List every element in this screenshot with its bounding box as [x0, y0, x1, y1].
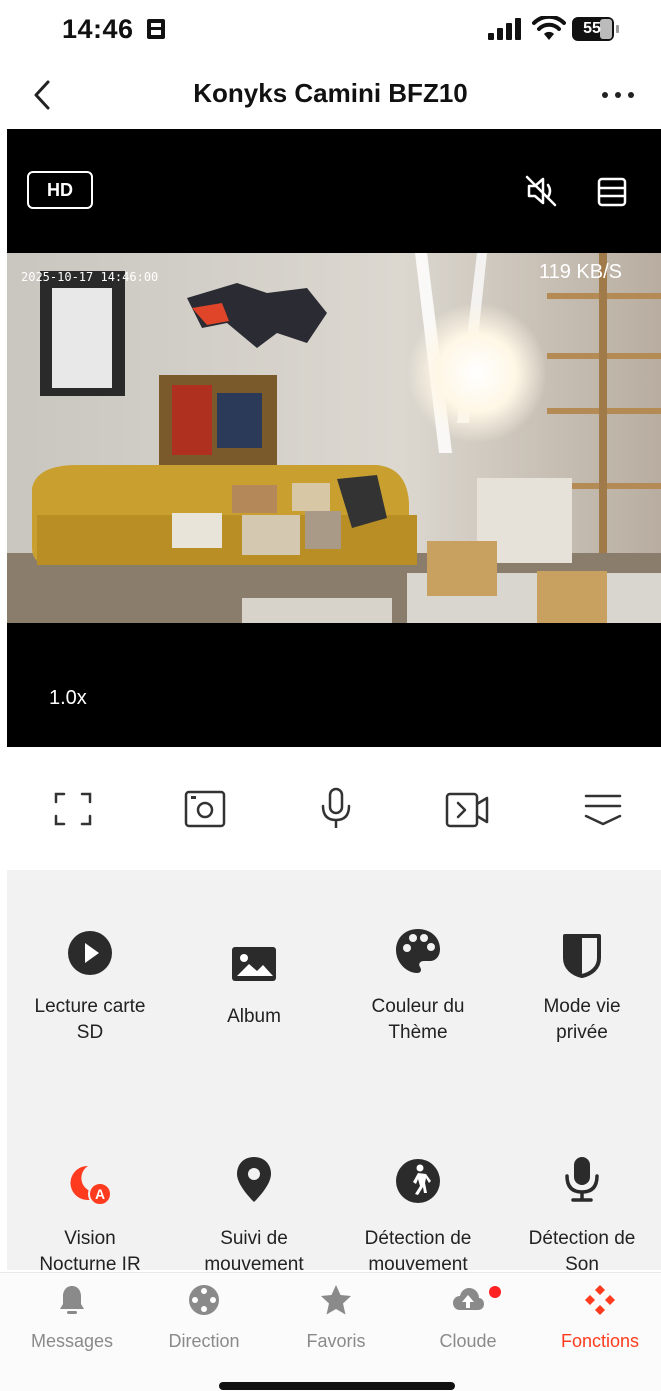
function-theme-color[interactable]: Couleur du Thème — [343, 926, 493, 1046]
microphone-icon[interactable] — [311, 786, 361, 832]
walking-person-icon — [396, 1159, 440, 1203]
function-sd-playback[interactable]: Lecture carte SD — [15, 928, 165, 1046]
privacy-shield-icon — [563, 934, 601, 978]
video-timestamp: 2025-10-17 14:46:00 — [21, 270, 159, 284]
fullscreen-icon[interactable] — [48, 786, 98, 832]
function-label: Suivi de mouvement — [204, 1228, 304, 1275]
hd-quality-button[interactable]: HD — [27, 171, 93, 209]
function-night-vision[interactable]: A Vision Nocturne IR — [15, 1158, 165, 1278]
tab-label: Direction — [168, 1331, 240, 1351]
function-label: Album — [227, 1006, 281, 1027]
function-label: Couleur du Thème — [371, 996, 465, 1043]
page-title: Konyks Camini BFZ10 — [193, 78, 468, 108]
navigation-header: Konyks Camini BFZ10 — [0, 62, 661, 128]
record-video-icon[interactable] — [443, 786, 493, 832]
function-label: Détection de mouvement — [364, 1228, 472, 1275]
svg-text:A: A — [95, 1186, 105, 1202]
status-time: 14:46 — [62, 14, 134, 44]
wifi-icon — [532, 16, 566, 40]
function-label: Détection de Son — [528, 1228, 636, 1275]
function-label: Vision Nocturne IR — [39, 1228, 141, 1275]
night-vision-icon: A — [70, 1165, 112, 1206]
location-pin-icon — [237, 1157, 271, 1202]
direction-pad-icon — [189, 1285, 219, 1315]
status-bar: 14:46 55 — [0, 0, 661, 60]
functions-icon — [585, 1285, 615, 1315]
battery-icon: 55 — [572, 17, 620, 41]
tab-cloud[interactable]: Cloude — [408, 1283, 528, 1363]
function-label: Mode vie privée — [543, 996, 621, 1043]
image-icon — [232, 947, 276, 981]
camera-feed-image — [7, 253, 661, 623]
tab-label: Cloude — [439, 1331, 497, 1351]
palette-icon — [396, 929, 440, 973]
screenshot-icon[interactable] — [180, 786, 230, 832]
cloud-upload-icon — [453, 1288, 484, 1310]
tab-direction[interactable]: Direction — [144, 1283, 264, 1363]
cellular-signal-icon — [488, 18, 521, 40]
video-controls — [0, 760, 661, 860]
bitrate-readout: 119 KB/S — [538, 261, 622, 283]
function-label: Lecture carte SD — [34, 996, 146, 1043]
function-motion-tracking[interactable]: Suivi de mouvement — [179, 1154, 329, 1278]
battery-level: 55 — [583, 20, 601, 37]
tab-messages[interactable]: Messages — [12, 1283, 132, 1363]
sim-card-icon — [147, 19, 165, 39]
tab-favorites[interactable]: Favoris — [276, 1283, 396, 1363]
function-motion-detection[interactable]: Détection de mouvement — [343, 1156, 493, 1278]
play-circle-icon — [68, 931, 112, 975]
tab-label: Favoris — [306, 1331, 366, 1351]
function-privacy-mode[interactable]: Mode vie privée — [507, 928, 657, 1046]
tab-label: Messages — [30, 1331, 114, 1351]
menu-list-icon[interactable] — [595, 175, 629, 209]
cloud-notification-badge — [489, 1286, 501, 1298]
tab-functions[interactable]: Fonctions — [540, 1283, 660, 1363]
speaker-muted-icon[interactable] — [523, 173, 559, 209]
function-album[interactable]: Album — [179, 938, 329, 1030]
star-icon — [321, 1285, 351, 1315]
back-chevron-icon[interactable] — [28, 76, 58, 114]
bottom-tab-bar: Messages Direction Favoris Cloude Foncti… — [0, 1272, 661, 1391]
camera-live-view[interactable]: HD 2025-10-17 14:46:00 119 KB/S 1.0x — [7, 129, 661, 747]
functions-panel: Lecture carte SD Album Couleur du Thème Mo… — [7, 870, 661, 1275]
collapse-icon[interactable] — [578, 786, 628, 832]
more-options-icon[interactable] — [598, 80, 638, 110]
home-indicator — [219, 1382, 455, 1390]
function-sound-detection[interactable]: Détection de Son — [507, 1154, 657, 1278]
zoom-level: 1.0x — [49, 687, 87, 709]
tab-label: Fonctions — [560, 1331, 640, 1351]
bell-icon — [60, 1286, 84, 1314]
sound-detection-icon — [565, 1157, 599, 1202]
